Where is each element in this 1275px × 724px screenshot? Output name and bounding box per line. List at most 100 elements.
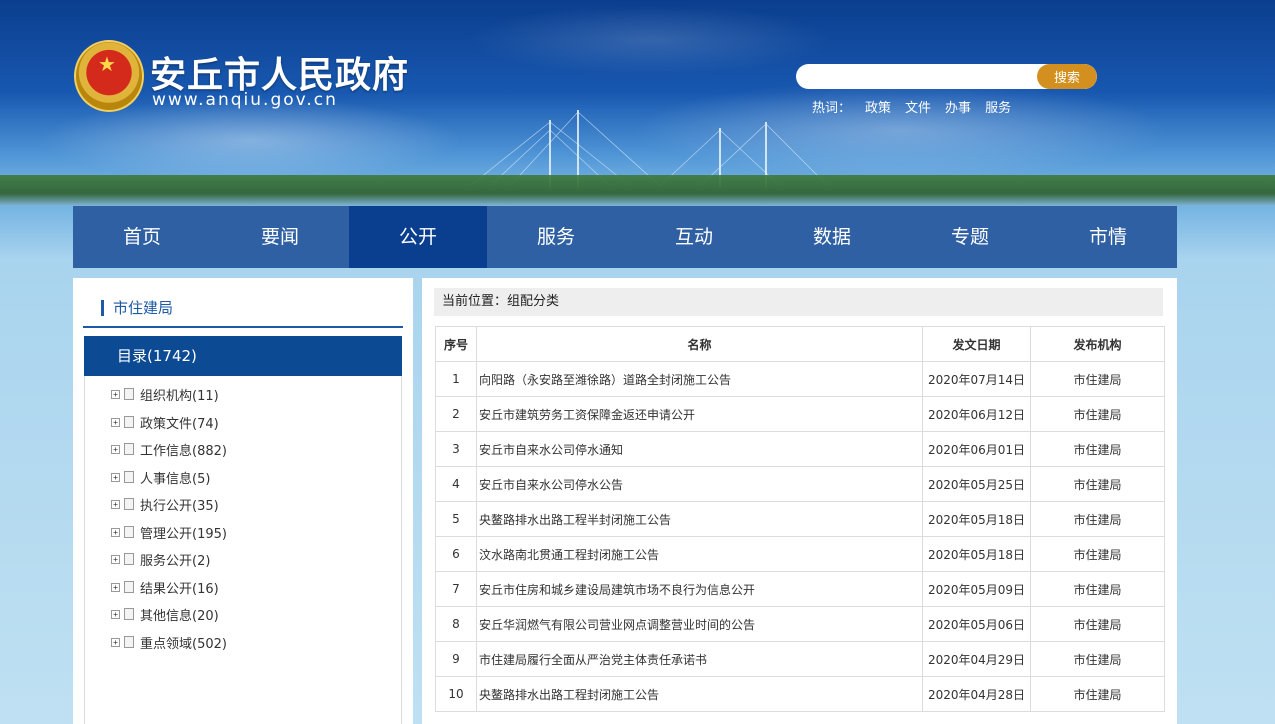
catalog-tree: + 组织机构(11) + 政策文件(74) + 工作信息(882) + 人事信息(5) … <box>84 376 402 724</box>
document-link[interactable]: 安丘市自来水公司停水公告 <box>479 478 623 492</box>
expand-icon[interactable]: + <box>111 417 120 427</box>
breadcrumb: 当前位置：组配分类 <box>434 288 1163 316</box>
nav-item-news[interactable]: 要闻 <box>211 206 349 268</box>
row-date: 2020年05月25日 <box>922 466 1031 502</box>
tree-item[interactable]: + 组织机构(11) <box>111 385 219 404</box>
tree-item-label: 人事信息(5) <box>140 471 211 487</box>
row-date: 2020年04月29日 <box>922 641 1031 677</box>
folder-doc-icon <box>124 388 134 400</box>
row-publisher: 市住建局 <box>1030 606 1165 642</box>
title-accent-bar <box>101 300 104 316</box>
folder-doc-icon <box>124 526 134 538</box>
expand-icon[interactable]: + <box>111 499 120 509</box>
site-url: www.anqiu.gov.cn <box>152 90 338 110</box>
search-button[interactable]: 搜索 <box>1037 64 1097 89</box>
sidebar-title-text: 市住建局 <box>113 299 174 317</box>
expand-icon[interactable]: + <box>111 609 120 619</box>
row-publisher: 市住建局 <box>1030 361 1165 397</box>
row-publisher: 市住建局 <box>1030 396 1165 432</box>
nav-item-public[interactable]: 公开 <box>349 206 487 268</box>
document-link[interactable]: 向阳路（永安路至潍徐路）道路全封闭施工公告 <box>479 373 731 387</box>
document-link[interactable]: 安丘市自来水公司停水通知 <box>479 443 623 457</box>
row-date: 2020年06月01日 <box>922 431 1031 467</box>
tree-item-label: 执行公开(35) <box>140 498 219 514</box>
tree-item-label: 其他信息(20) <box>140 608 219 624</box>
tree-item[interactable]: + 重点领域(502) <box>111 633 227 652</box>
col-header-name: 名称 <box>476 326 923 362</box>
tree-item[interactable]: + 其他信息(20) <box>111 605 219 624</box>
tree-item[interactable]: + 服务公开(2) <box>111 550 211 569</box>
row-publisher: 市住建局 <box>1030 571 1165 607</box>
row-index: 8 <box>435 606 477 642</box>
tree-item[interactable]: + 管理公开(195) <box>111 523 227 542</box>
nav-item-topics[interactable]: 专题 <box>901 206 1039 268</box>
nav-item-data[interactable]: 数据 <box>763 206 901 268</box>
row-index: 1 <box>435 361 477 397</box>
nav-item-services[interactable]: 服务 <box>487 206 625 268</box>
table-header-row: 序号 名称 发文日期 发布机构 <box>435 326 1165 362</box>
table-row: 8 安丘华润燃气有限公司营业网点调整营业时间的公告 2020年05月06日 市住建局 <box>435 606 1165 642</box>
expand-icon[interactable]: + <box>111 472 120 482</box>
document-link[interactable]: 央鳌路排水出路工程封闭施工公告 <box>479 688 659 702</box>
document-link[interactable]: 安丘市住房和城乡建设局建筑市场不良行为信息公开 <box>479 583 755 597</box>
table-row: 4 安丘市自来水公司停水公告 2020年05月25日 市住建局 <box>435 466 1165 502</box>
tree-item-label: 政策文件(74) <box>140 416 219 432</box>
row-publisher: 市住建局 <box>1030 431 1165 467</box>
expand-icon[interactable]: + <box>111 389 120 399</box>
nav-item-city-info[interactable]: 市情 <box>1039 206 1177 268</box>
document-link[interactable]: 汶水路南北贯通工程封闭施工公告 <box>479 548 659 562</box>
row-publisher: 市住建局 <box>1030 536 1165 572</box>
folder-doc-icon <box>124 636 134 648</box>
tree-item[interactable]: + 结果公开(16) <box>111 578 219 597</box>
folder-doc-icon <box>124 443 134 455</box>
expand-icon[interactable]: + <box>111 527 120 537</box>
table-row: 3 安丘市自来水公司停水通知 2020年06月01日 市住建局 <box>435 431 1165 467</box>
document-link[interactable]: 央鳌路排水出路工程半封闭施工公告 <box>479 513 671 527</box>
tree-item-label: 工作信息(882) <box>140 443 227 459</box>
expand-icon[interactable]: + <box>111 444 120 454</box>
expand-icon[interactable]: + <box>111 582 120 592</box>
row-date: 2020年07月14日 <box>922 361 1031 397</box>
document-link[interactable]: 市住建局履行全面从严治党主体责任承诺书 <box>479 653 707 667</box>
row-index: 3 <box>435 431 477 467</box>
document-table-wrap: 序号 名称 发文日期 发布机构 1 向阳路（永安路至潍徐路）道路全封闭施工公告 20… <box>435 326 1165 712</box>
table-row: 2 安丘市建筑劳务工资保障金返还申请公开 2020年06月12日 市住建局 <box>435 396 1165 432</box>
document-link[interactable]: 安丘华润燃气有限公司营业网点调整营业时间的公告 <box>479 618 755 632</box>
tree-item[interactable]: + 执行公开(35) <box>111 495 219 514</box>
row-index: 10 <box>435 676 477 712</box>
row-date: 2020年05月18日 <box>922 501 1031 537</box>
document-table: 序号 名称 发文日期 发布机构 1 向阳路（永安路至潍徐路）道路全封闭施工公告 20… <box>435 326 1165 712</box>
row-index: 2 <box>435 396 477 432</box>
search-input[interactable] <box>796 64 1036 89</box>
document-link[interactable]: 安丘市建筑劳务工资保障金返还申请公开 <box>479 408 695 422</box>
folder-doc-icon <box>124 498 134 510</box>
row-date: 2020年05月18日 <box>922 536 1031 572</box>
table-row: 6 汶水路南北贯通工程封闭施工公告 2020年05月18日 市住建局 <box>435 536 1165 572</box>
hotword-link[interactable]: 办事 <box>945 97 971 116</box>
row-index: 5 <box>435 501 477 537</box>
folder-doc-icon <box>124 608 134 620</box>
table-row: 10 央鳌路排水出路工程封闭施工公告 2020年04月28日 市住建局 <box>435 676 1165 712</box>
row-index: 7 <box>435 571 477 607</box>
expand-icon[interactable]: + <box>111 637 120 647</box>
nav-item-home[interactable]: 首页 <box>73 206 211 268</box>
tree-item[interactable]: + 工作信息(882) <box>111 440 227 459</box>
col-header-index: 序号 <box>435 326 477 362</box>
expand-icon[interactable]: + <box>111 554 120 564</box>
folder-doc-icon <box>124 471 134 483</box>
tree-item-label: 重点领域(502) <box>140 636 227 652</box>
table-row: 1 向阳路（永安路至潍徐路）道路全封闭施工公告 2020年07月14日 市住建局 <box>435 361 1165 397</box>
tree-item[interactable]: + 政策文件(74) <box>111 413 219 432</box>
hotword-link[interactable]: 服务 <box>985 97 1011 116</box>
hotword-link[interactable]: 文件 <box>905 97 931 116</box>
row-publisher: 市住建局 <box>1030 501 1165 537</box>
sidebar-title: 市住建局 <box>83 296 403 328</box>
col-header-publisher: 发布机构 <box>1030 326 1165 362</box>
header-banner: ★ 安丘市人民政府 www.anqiu.gov.cn 搜索 热词： 政策 文件 … <box>0 0 1275 206</box>
nav-item-interaction[interactable]: 互动 <box>625 206 763 268</box>
hotword-link[interactable]: 政策 <box>865 97 891 116</box>
tree-item-label: 服务公开(2) <box>140 553 211 569</box>
tree-item[interactable]: + 人事信息(5) <box>111 468 211 487</box>
table-row: 5 央鳌路排水出路工程半封闭施工公告 2020年05月18日 市住建局 <box>435 501 1165 537</box>
catalog-header[interactable]: 目录(1742) <box>84 336 402 376</box>
